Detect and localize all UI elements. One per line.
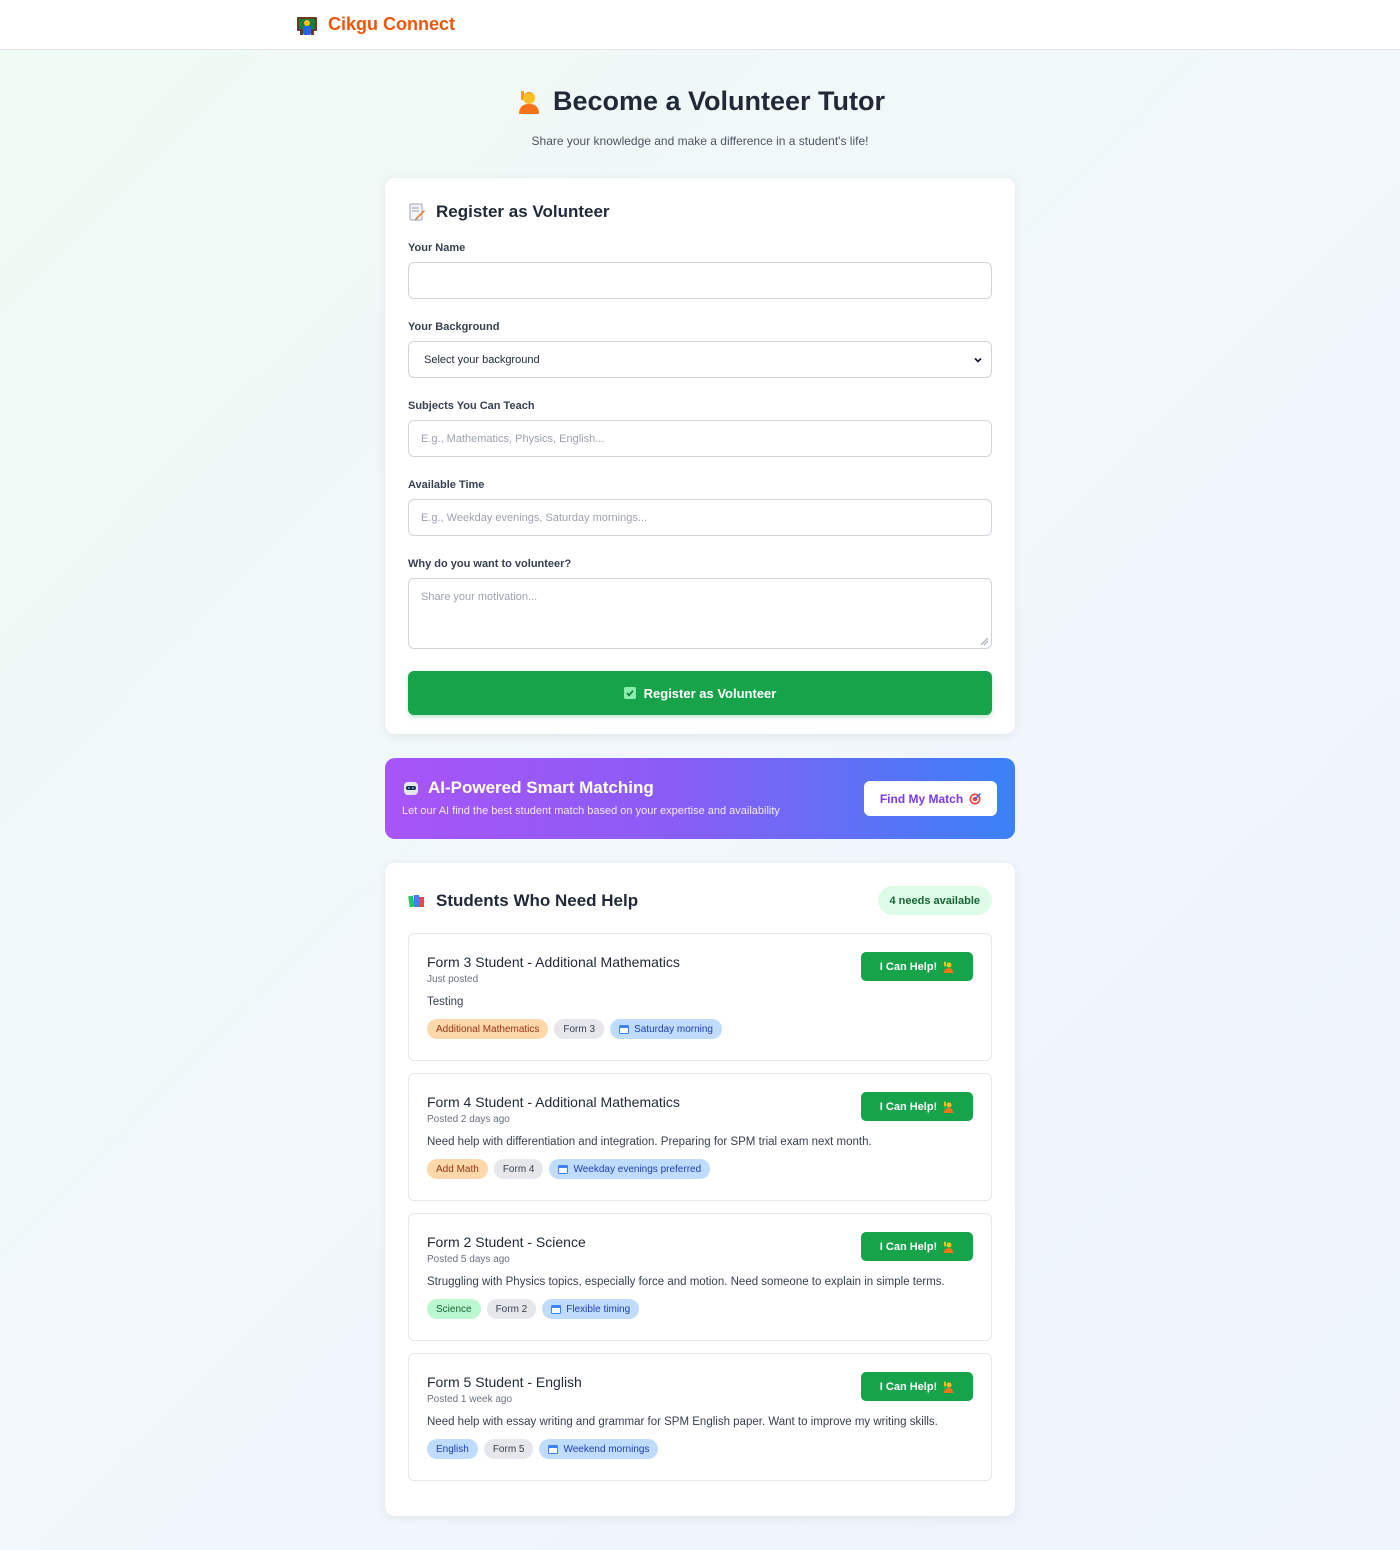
raising-hand-icon bbox=[942, 961, 954, 973]
name-label: Your Name bbox=[408, 242, 466, 254]
i-can-help-button[interactable]: I Can Help! bbox=[861, 952, 973, 981]
page-subtitle: Share your knowledge and make a differen… bbox=[531, 133, 869, 148]
form-tag: Form 5 bbox=[483, 1439, 534, 1459]
background-label: Your Background bbox=[408, 321, 500, 333]
raising-hand-icon bbox=[942, 1381, 954, 1393]
background-selected-value: Select your background bbox=[424, 353, 540, 366]
registration-title-row: Register as Volunteer bbox=[408, 202, 992, 222]
time-tag: Flexible timing bbox=[542, 1299, 640, 1319]
memo-icon bbox=[408, 203, 426, 221]
i-can-help-button[interactable]: I Can Help! bbox=[861, 1372, 973, 1401]
time-tag-label: Flexible timing bbox=[566, 1303, 631, 1315]
motivation-label: Why do you want to volunteer? bbox=[408, 558, 572, 570]
page-header: Become a Volunteer Tutor Share your know… bbox=[0, 50, 1400, 148]
form-tag: Form 2 bbox=[486, 1299, 537, 1319]
teacher-icon bbox=[296, 14, 318, 36]
request-description: Need help with differentiation and integ… bbox=[427, 1136, 872, 1148]
registration-title: Register as Volunteer bbox=[436, 202, 610, 221]
help-button-label: I Can Help! bbox=[879, 960, 938, 973]
student-request-card: Form 5 Student - English Posted 1 week a… bbox=[408, 1353, 992, 1481]
student-request-card: Form 2 Student - Science Posted 5 days a… bbox=[408, 1213, 992, 1341]
subject-tag: Science bbox=[427, 1299, 481, 1319]
find-match-button[interactable]: Find My Match bbox=[864, 781, 997, 816]
subjects-label: Subjects You Can Teach bbox=[408, 400, 535, 412]
form-tag: Form 4 bbox=[493, 1159, 544, 1179]
i-can-help-button[interactable]: I Can Help! bbox=[861, 1092, 973, 1121]
calendar-icon bbox=[551, 1304, 562, 1314]
request-description: Struggling with Physics topics, especial… bbox=[427, 1276, 945, 1288]
robot-icon bbox=[402, 779, 420, 797]
brand-name: Cikgu Connect bbox=[328, 14, 456, 34]
time-tag-label: Saturday morning bbox=[634, 1023, 713, 1035]
ai-matching-title: AI-Powered Smart Matching bbox=[428, 778, 654, 797]
books-icon bbox=[408, 892, 426, 910]
students-title: Students Who Need Help bbox=[436, 891, 639, 910]
request-description: Testing bbox=[427, 996, 464, 1008]
register-button-label: Register as Volunteer bbox=[643, 685, 777, 701]
time-input[interactable]: E.g., Weekday evenings, Saturday morning… bbox=[408, 499, 992, 536]
page-title-row: Become a Volunteer Tutor bbox=[515, 86, 885, 117]
student-request-card: Form 4 Student - Additional Mathematics … bbox=[408, 1073, 992, 1201]
calendar-icon bbox=[619, 1024, 630, 1034]
raising-hand-icon bbox=[515, 89, 541, 115]
time-tag: Weekend mornings bbox=[539, 1439, 659, 1459]
form-tag: Form 3 bbox=[554, 1019, 605, 1039]
time-placeholder: E.g., Weekday evenings, Saturday morning… bbox=[421, 511, 648, 524]
subjects-placeholder: E.g., Mathematics, Physics, English... bbox=[421, 432, 605, 445]
help-button-label: I Can Help! bbox=[879, 1100, 938, 1113]
request-tags: Add Math Form 4 Weekday evenings preferr… bbox=[427, 1159, 973, 1179]
i-can-help-button[interactable]: I Can Help! bbox=[861, 1232, 973, 1261]
time-tag-label: Weekday evenings preferred bbox=[573, 1163, 702, 1175]
subject-tag: Add Math bbox=[427, 1159, 488, 1179]
resize-handle-icon[interactable] bbox=[981, 638, 988, 645]
subject-tag: English bbox=[427, 1439, 478, 1459]
register-button[interactable]: Register as Volunteer bbox=[408, 671, 992, 715]
top-navbar: Cikgu Connect bbox=[0, 0, 1400, 50]
ai-matching-banner: AI-Powered Smart Matching Let our AI fin… bbox=[385, 758, 1015, 839]
calendar-icon bbox=[548, 1444, 559, 1454]
target-icon bbox=[969, 792, 982, 805]
motivation-textarea[interactable]: Share your motivation... bbox=[408, 578, 992, 649]
check-icon bbox=[623, 687, 636, 699]
subjects-input[interactable]: E.g., Mathematics, Physics, English... bbox=[408, 420, 992, 457]
find-match-label: Find My Match bbox=[879, 791, 964, 806]
help-button-label: I Can Help! bbox=[879, 1240, 938, 1253]
raising-hand-icon bbox=[942, 1101, 954, 1113]
chevron-down-icon bbox=[973, 355, 983, 365]
time-tag: Weekday evenings preferred bbox=[549, 1159, 711, 1179]
time-tag: Saturday morning bbox=[610, 1019, 722, 1039]
time-label: Available Time bbox=[408, 479, 485, 491]
background-select[interactable]: Select your background bbox=[408, 341, 992, 378]
registration-card: Register as Volunteer Your Name Your Bac… bbox=[385, 178, 1015, 734]
students-card: Students Who Need Help 4 needs available… bbox=[385, 863, 1015, 1516]
raising-hand-icon bbox=[942, 1241, 954, 1253]
calendar-icon bbox=[558, 1164, 569, 1174]
name-input[interactable] bbox=[408, 262, 992, 299]
needs-count-badge: 4 needs available bbox=[877, 886, 992, 915]
help-button-label: I Can Help! bbox=[879, 1380, 938, 1393]
request-tags: Science Form 2 Flexible timing bbox=[427, 1299, 973, 1319]
brand-link[interactable]: Cikgu Connect bbox=[296, 14, 455, 36]
subject-tag: Additional Mathematics bbox=[427, 1019, 549, 1039]
request-tags: Additional Mathematics Form 3 Saturday m… bbox=[427, 1019, 973, 1039]
page-title: Become a Volunteer Tutor bbox=[552, 86, 886, 116]
motivation-placeholder: Share your motivation... bbox=[421, 591, 538, 603]
request-tags: English Form 5 Weekend mornings bbox=[427, 1439, 973, 1459]
student-request-card: Form 3 Student - Additional Mathematics … bbox=[408, 933, 992, 1061]
request-description: Need help with essay writing and grammar… bbox=[427, 1416, 938, 1428]
time-tag-label: Weekend mornings bbox=[563, 1443, 650, 1455]
